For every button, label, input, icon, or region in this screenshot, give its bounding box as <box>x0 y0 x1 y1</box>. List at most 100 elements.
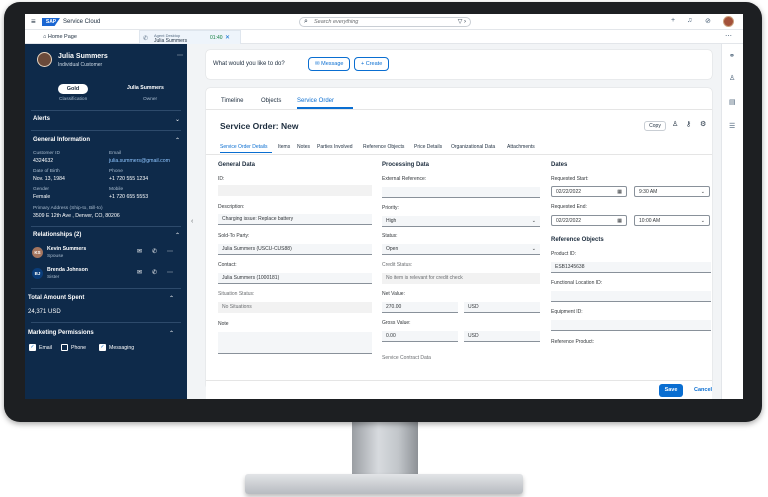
status-select[interactable]: Open ⌄ <box>382 244 540 255</box>
description-field[interactable]: Charging issue: Replace battery <box>218 214 372 225</box>
filter-icon[interactable]: ▽ › <box>458 18 466 25</box>
relationships-header[interactable]: Relationships (2) <box>33 232 81 238</box>
close-icon[interactable]: ✕ <box>225 34 230 41</box>
tab-service-order[interactable]: Service Order <box>297 98 334 104</box>
classification-label: Classification <box>59 97 88 102</box>
right-rail: ⚭ ♙ ▤ ☰ <box>721 44 743 399</box>
more-icon[interactable]: ⋯ <box>167 269 173 276</box>
message-label: Message <box>321 61 344 67</box>
subtab-price[interactable]: Price Details <box>414 144 442 150</box>
page-title: Service Order: New <box>220 121 299 131</box>
gross-value-field[interactable]: 0.00 <box>382 331 458 342</box>
chevron-up-icon[interactable]: ⌃ <box>169 330 174 337</box>
more-icon[interactable]: ⋯ <box>177 52 183 59</box>
chevron-down-icon: ⌄ <box>700 218 705 224</box>
gross-label: Gross Value: <box>382 320 411 326</box>
gross-currency-field[interactable]: USD <box>464 331 540 342</box>
subtab-org[interactable]: Organizational Data <box>451 144 495 150</box>
credit-field: No item is relevant for credit check <box>382 273 540 284</box>
relation-name[interactable]: Kevin Summers <box>47 246 86 252</box>
call-timer: 01:40 <box>210 35 223 41</box>
perm-label: Email <box>39 345 52 351</box>
key-icon[interactable]: ⚷ <box>686 120 691 128</box>
req-end-date-value: 02/22/2022 <box>556 218 582 224</box>
message-button[interactable]: ✉ Message <box>308 57 351 71</box>
eq-field[interactable] <box>551 320 711 331</box>
owner-value: Julia Summers <box>127 85 164 91</box>
cancel-button[interactable]: Cancel <box>694 384 712 397</box>
search-icon: ⌕ <box>304 18 308 25</box>
more-icon[interactable]: ⋯ <box>725 32 732 40</box>
list-icon[interactable]: ☰ <box>729 122 735 130</box>
user-avatar[interactable] <box>723 16 734 27</box>
plus-icon[interactable]: + <box>671 17 675 24</box>
mail-icon[interactable]: ✉ <box>137 269 142 276</box>
total-spent-header[interactable]: Total Amount Spent <box>28 295 84 301</box>
subtab-reference[interactable]: Reference Objects <box>363 144 404 150</box>
subtab-items[interactable]: Items <box>278 144 290 150</box>
req-start-date[interactable]: 02/22/2022 ▦ <box>551 186 627 197</box>
phone-icon[interactable]: ✆ <box>152 269 157 276</box>
req-start-time[interactable]: 9:30 AM ⌄ <box>634 186 710 197</box>
general-info-header[interactable]: General Information <box>33 137 90 143</box>
collapse-sidebar-icon[interactable]: ‹ <box>191 218 193 225</box>
chevron-down-icon: ⌄ <box>531 246 536 252</box>
subtab-notes[interactable]: Notes <box>297 144 310 150</box>
field-value: Female <box>33 194 51 200</box>
search-input[interactable]: ⌕ Search everything ▽ › <box>299 17 471 27</box>
more-icon[interactable]: ⋯ <box>167 248 173 255</box>
net-currency-field[interactable]: USD <box>464 302 540 313</box>
tab-timeline[interactable]: Timeline <box>221 98 243 104</box>
person-icon[interactable]: ♙ <box>672 120 678 128</box>
save-button[interactable]: Save <box>659 384 683 397</box>
chevron-up-icon[interactable]: ⌃ <box>175 232 180 239</box>
contact-field[interactable]: Julia Summers (1000181) <box>218 273 372 284</box>
action-card: What would you like to do? ✉ Message + C… <box>206 50 712 79</box>
chevron-up-icon[interactable]: ⌃ <box>175 137 180 144</box>
chevron-up-icon[interactable]: ⌃ <box>169 295 174 302</box>
tab-agent-desktop[interactable]: ✆ Agent Desktop Julia Summers 01:40 ✕ <box>139 30 241 44</box>
note-field[interactable] <box>218 332 372 354</box>
link-icon[interactable]: ⚭ <box>729 52 735 60</box>
messaging-checkbox[interactable]: ✓ <box>99 344 106 351</box>
subtab-details[interactable]: Service Order Details <box>220 144 268 150</box>
relation-role: Spouse <box>47 254 64 259</box>
subtab-parties[interactable]: Parties Involved <box>317 144 353 150</box>
calendar-icon[interactable]: ▦ <box>617 216 622 225</box>
dates-heading: Dates <box>551 162 568 168</box>
create-button[interactable]: + Create <box>354 57 390 71</box>
marketing-header[interactable]: Marketing Permissions <box>28 330 94 336</box>
situation-label: Situation Status: <box>218 291 255 297</box>
fl-field[interactable] <box>551 291 711 302</box>
owner-label: Owner <box>143 97 158 102</box>
phone-checkbox[interactable] <box>61 344 68 351</box>
net-value-field[interactable]: 270.00 <box>382 302 458 313</box>
gear-icon[interactable]: ⚙ <box>700 120 706 128</box>
tab-objects[interactable]: Objects <box>261 98 281 104</box>
relation-name[interactable]: Brenda Johnson <box>47 267 88 273</box>
email-checkbox[interactable]: ✓ <box>29 344 36 351</box>
bell-icon[interactable]: ♫ <box>687 17 692 24</box>
refobj-heading: Reference Objects <box>551 237 604 243</box>
copy-button[interactable]: Copy <box>644 121 666 131</box>
tab-home[interactable]: ⌂ Home Page <box>43 34 77 40</box>
chevron-down-icon[interactable]: ⌄ <box>175 116 180 123</box>
document-icon[interactable]: ▤ <box>729 98 736 106</box>
subtab-attachments[interactable]: Attachments <box>507 144 535 150</box>
product-field[interactable]: ESB1345638 <box>551 262 711 273</box>
people-icon[interactable]: ♙ <box>729 74 735 82</box>
calendar-icon[interactable]: ▦ <box>617 187 622 196</box>
customer-name: Julia Summers <box>58 53 108 60</box>
phone-icon[interactable]: ✆ <box>152 248 157 255</box>
email-link[interactable]: julia.summers@gmail.com <box>109 158 170 164</box>
mail-icon[interactable]: ✉ <box>137 248 142 255</box>
net-label: Net Value: <box>382 291 405 297</box>
priority-select[interactable]: High ⌄ <box>382 216 540 227</box>
sold-to-field[interactable]: Julia Summers (USCU-CUS88) <box>218 244 372 255</box>
req-end-time[interactable]: 10:00 AM ⌄ <box>634 215 710 226</box>
help-icon[interactable]: ⊘ <box>705 17 711 25</box>
menu-icon[interactable]: ≡ <box>31 17 36 26</box>
req-end-date[interactable]: 02/22/2022 ▦ <box>551 215 627 226</box>
alerts-header[interactable]: Alerts <box>33 116 50 122</box>
ext-ref-field[interactable] <box>382 187 540 198</box>
